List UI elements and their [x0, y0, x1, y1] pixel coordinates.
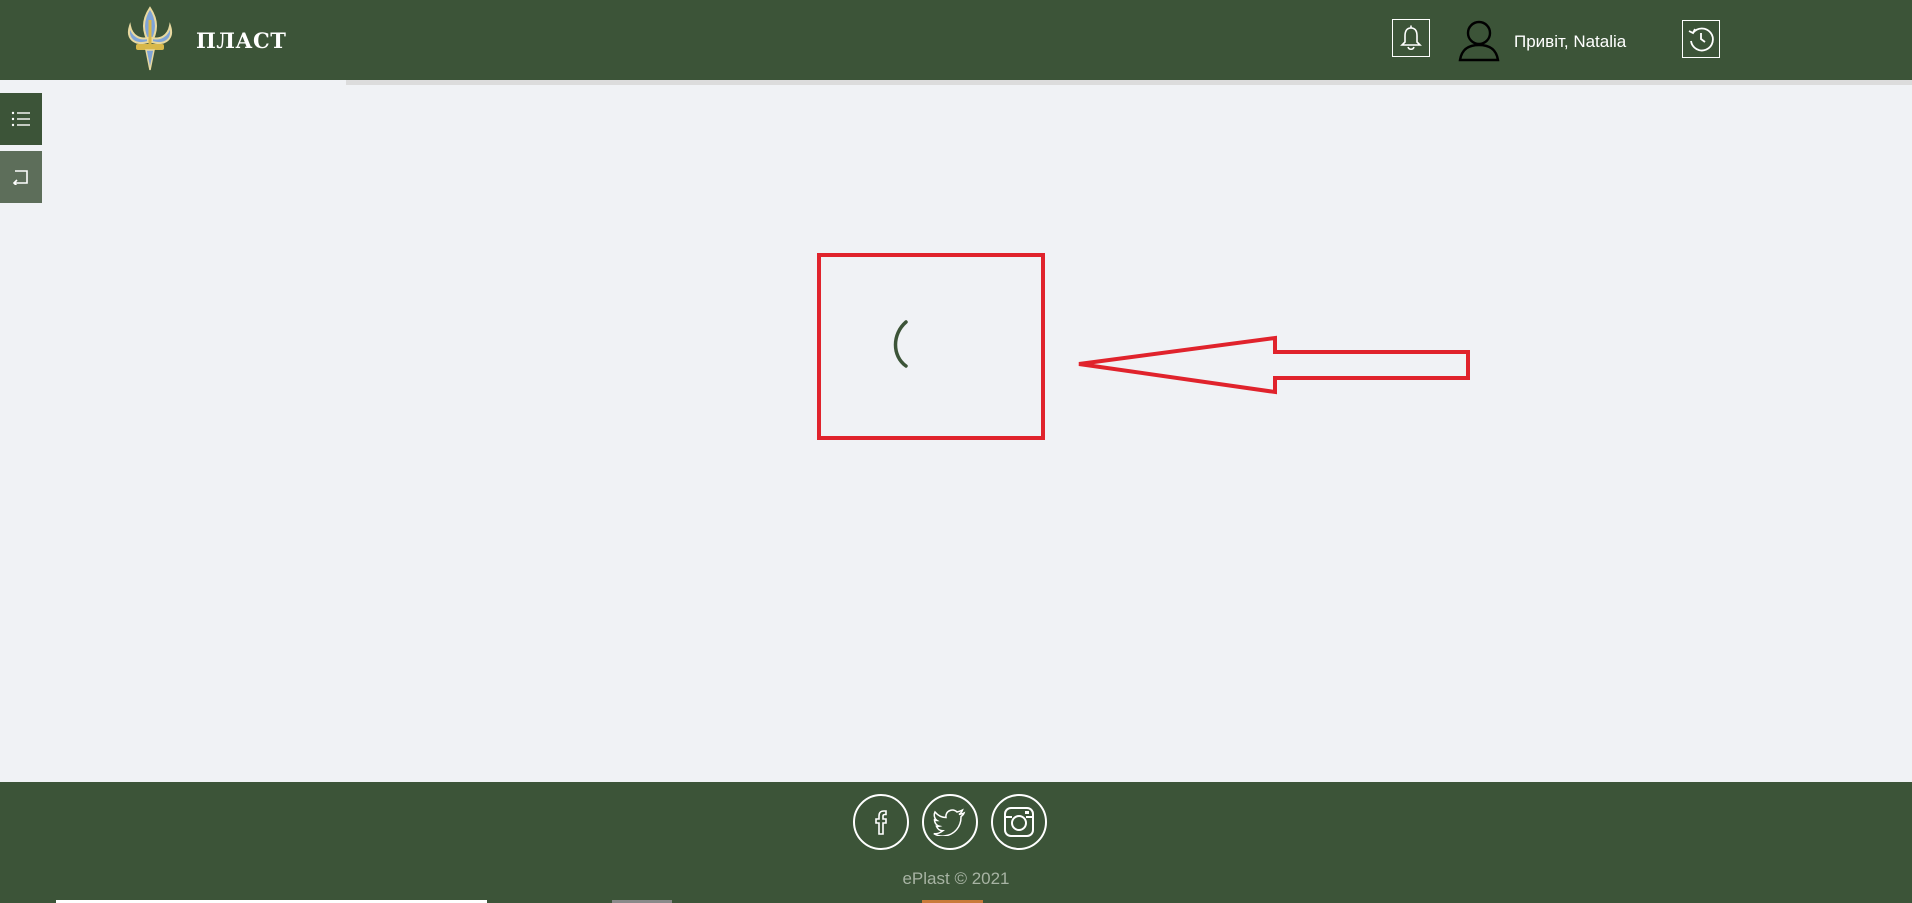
- copyright-text: ePlast © 2021: [902, 869, 1010, 888]
- user-greeting[interactable]: Привіт, Natalia: [1514, 32, 1626, 52]
- user-icon[interactable]: [1458, 18, 1500, 62]
- sidebar-menu-button[interactable]: [0, 93, 42, 145]
- history-icon: [1688, 27, 1714, 52]
- annotation-arrow: [1075, 332, 1475, 398]
- notifications-button[interactable]: [1392, 19, 1430, 57]
- twitter-icon: [933, 808, 966, 836]
- sidebar-back-button[interactable]: [0, 151, 42, 203]
- back-icon: [12, 170, 28, 185]
- list-icon: [11, 111, 30, 127]
- facebook-link[interactable]: [853, 794, 909, 850]
- brand-name: ПЛАСТ: [196, 28, 287, 53]
- twitter-link[interactable]: [922, 794, 978, 850]
- highlight-box: [817, 253, 1045, 440]
- top-header: ПЛАСТ Привіт, Natalia: [0, 0, 1912, 80]
- fleur-de-lis-logo[interactable]: [120, 6, 180, 74]
- bell-icon: [1400, 25, 1422, 51]
- header-shadow: [346, 80, 1912, 85]
- instagram-icon: [1004, 807, 1034, 837]
- facebook-icon: [875, 810, 887, 835]
- instagram-link[interactable]: [991, 794, 1047, 850]
- history-button[interactable]: [1682, 20, 1720, 58]
